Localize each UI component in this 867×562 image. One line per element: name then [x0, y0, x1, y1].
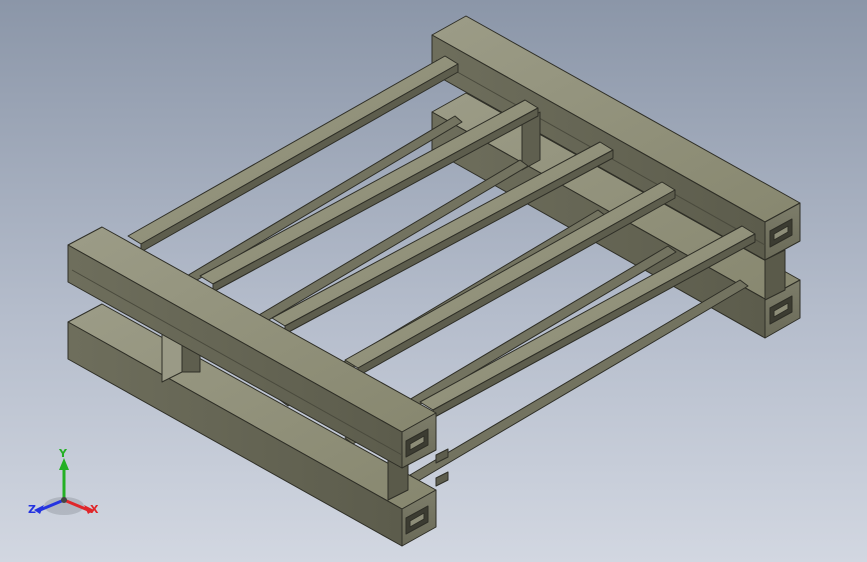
x-axis-label: X	[90, 503, 99, 516]
view-orientation-triad: Y X Z	[22, 448, 112, 528]
z-axis-label: Z	[28, 503, 36, 516]
triad-graphic	[34, 458, 94, 515]
pallet-model[interactable]	[0, 0, 867, 562]
y-axis-label: Y	[59, 447, 67, 460]
graphics-viewport[interactable]: Y X Z	[0, 0, 867, 562]
